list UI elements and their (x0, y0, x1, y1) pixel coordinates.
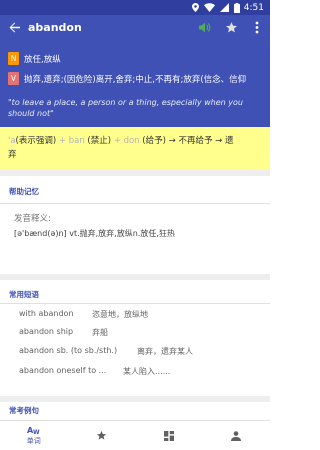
definition-row: V 抛弃,遗弃;(因危险)离开,舍弃;中止,不再有;放弃(信念、信仰 (8, 72, 268, 85)
word-icon: A W (27, 426, 40, 435)
nav-label: 单词 (26, 437, 41, 445)
dashboard-icon (163, 430, 174, 441)
nav-item-word[interactable]: A W 单词 (0, 421, 68, 450)
phrase-english: abandon ship (19, 327, 74, 336)
mnemonic-label: 发音释义: (14, 214, 51, 224)
bottom-nav: A W 单词 (0, 420, 270, 450)
more-options-button[interactable] (244, 15, 270, 40)
status-bar: 4:51 (0, 0, 270, 15)
signal-icon (219, 3, 229, 12)
phrase-chinese: 某人陷入...... (123, 367, 171, 376)
app-bar: abandon (0, 15, 270, 40)
nav-item-profile[interactable] (203, 421, 271, 450)
word-title: abandon (28, 21, 82, 34)
etymology-part: + don (111, 136, 143, 146)
location-icon (191, 3, 199, 12)
divider (0, 303, 270, 304)
section-title: 常用短语 (9, 290, 39, 299)
definition-text: 放任,放纵 (24, 54, 61, 65)
etymology-part: + ban (56, 136, 88, 146)
divider (0, 203, 270, 204)
phrase-chinese: 恣意地，放纵地 (92, 310, 148, 319)
phrases-section: 常用短语 with abandon 恣意地，放纵地 abandon ship 弃… (0, 280, 270, 396)
phrase-item[interactable]: abandon sb. (to sb./sth.) 离弃，遗弃某人 (19, 346, 193, 356)
arrow-back-icon (9, 22, 20, 33)
nav-item-dashboard[interactable] (135, 421, 203, 450)
etymology-line: 'a(表示强调) + ban (禁止) + don (给予) → 不再给予 → … (8, 134, 262, 148)
wifi-icon (203, 3, 215, 12)
pos-badge: V (8, 72, 19, 85)
battery-icon (233, 2, 240, 13)
phrase-chinese: 弃船 (92, 328, 108, 337)
star-icon (225, 22, 237, 33)
pronounce-button[interactable] (192, 15, 218, 40)
phrase-chinese: 离弃，遗弃某人 (137, 347, 193, 356)
phrase-english: abandon sb. (to sb./sth.) (19, 346, 118, 355)
clock: 4:51 (243, 2, 264, 13)
status-icons (191, 2, 240, 13)
english-definition: "to leave a place, a person or a thing, … (8, 98, 243, 118)
pos-badge: N (8, 52, 19, 65)
etymology-box: 'a(表示强调) + ban (禁止) + don (给予) → 不再给予 → … (0, 127, 270, 170)
section-title: 常考例句 (9, 406, 39, 415)
nav-item-favorites[interactable] (68, 421, 136, 450)
etymology-line: 弃 (8, 150, 17, 160)
svg-text:W: W (33, 429, 40, 435)
favorite-button[interactable] (218, 15, 244, 40)
mnemonic-section: 帮助记忆 发音释义: [ə'bænd(ə)n] vt.抛弃,放弃,放纵n.放任,… (0, 176, 270, 274)
definition-text: 抛弃,遗弃;(因危险)离开,舍弃;中止,不再有;放弃(信念、信仰 (24, 74, 247, 85)
speaker-icon (199, 22, 211, 33)
etymology-part: 'a (8, 136, 16, 146)
mnemonic-text: [ə'bænd(ə)n] vt.抛弃,放弃,放纵n.放任,狂热 (14, 229, 175, 238)
examples-section: 常考例句 (0, 402, 270, 420)
star-icon (96, 430, 106, 440)
etymology-part: (给予) → 不再给予 → 遗 (142, 136, 234, 146)
phrase-item[interactable]: abandon oneself to ... 某人陷入...... (19, 366, 170, 376)
more-vert-icon (255, 21, 259, 34)
phrase-item[interactable]: abandon ship 弃船 (19, 327, 108, 337)
section-title: 帮助记忆 (9, 187, 39, 196)
person-icon (231, 430, 242, 441)
back-button[interactable] (0, 15, 28, 40)
phrase-english: with abandon (19, 309, 74, 318)
etymology-part: (表示强调) (15, 136, 57, 146)
etymology-part: (禁止) (87, 136, 112, 146)
definitions-panel: N 放任,放纵 V 抛弃,遗弃;(因危险)离开,舍弃;中止,不再有;放弃(信念、… (0, 40, 270, 127)
phrase-english: abandon oneself to ... (19, 366, 107, 375)
definition-row: N 放任,放纵 (8, 52, 268, 65)
phrase-item[interactable]: with abandon 恣意地，放纵地 (19, 309, 148, 319)
